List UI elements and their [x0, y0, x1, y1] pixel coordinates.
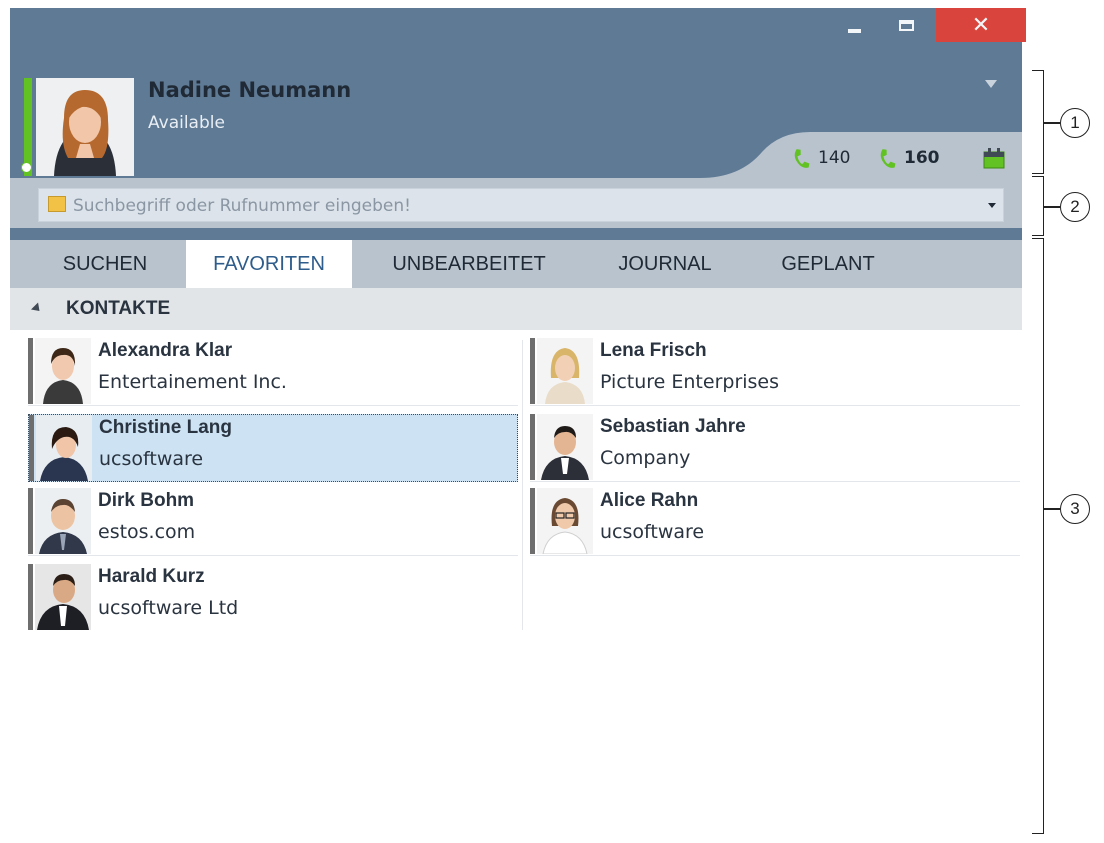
contact-company: ucsoftware [600, 521, 705, 543]
callout-number-3: 3 [1060, 494, 1090, 524]
phone-line-160-icon[interactable] [876, 148, 898, 170]
contact-name: Christine Lang [99, 417, 233, 438]
presence-indicator [29, 415, 34, 481]
presence-indicator [530, 488, 535, 554]
chevron-down-icon [988, 202, 996, 208]
callout-tick-1 [1044, 122, 1060, 124]
presence-indicator [530, 414, 535, 480]
contact-company: ucsoftware [99, 448, 204, 470]
contact-company: ucsoftware Ltd [98, 597, 239, 619]
calendar-icon[interactable] [982, 146, 1006, 170]
search-type-icon [48, 196, 66, 212]
contact-name: Alexandra Klar [98, 340, 233, 361]
phone-line-140-icon[interactable] [790, 148, 812, 170]
contact-avatar [35, 564, 91, 630]
minimize-icon [847, 29, 861, 33]
favorites-panel: KONTAKTE Alexandra Klar Entertainement I… [10, 288, 1022, 835]
line-status-strip [700, 132, 1022, 178]
callout-tick-3 [1044, 508, 1060, 510]
maximize-icon [898, 19, 914, 31]
contact-card[interactable]: Dirk Bohm estos.com [28, 488, 518, 556]
presence-indicator [28, 488, 33, 554]
callout-tick-2 [1044, 206, 1060, 208]
minimize-button[interactable] [834, 8, 874, 42]
callout-bracket-1 [1032, 70, 1044, 174]
collapse-triangle-icon[interactable] [30, 302, 44, 315]
callout-bracket-2 [1032, 176, 1044, 236]
callout-number-2: 2 [1060, 192, 1090, 222]
close-icon: ✕ [971, 12, 991, 38]
search-history-dropdown[interactable] [982, 192, 1002, 218]
profile-menu-chevron-down-icon[interactable] [985, 80, 997, 88]
contact-company: estos.com [98, 521, 196, 543]
tab-bar: SUCHEN FAVORITEN UNBEARBEITET JOURNAL GE… [10, 240, 1022, 288]
contact-name: Harald Kurz [98, 566, 205, 587]
user-name: Nadine Neumann [148, 78, 352, 102]
contact-card[interactable]: Harald Kurz ucsoftware Ltd [28, 564, 518, 632]
group-label: KONTAKTE [66, 298, 171, 319]
contact-card[interactable]: Lena Frisch Picture Enterprises [530, 338, 1020, 406]
contact-card[interactable]: Sebastian Jahre Company [530, 414, 1020, 482]
contact-company: Picture Enterprises [600, 371, 780, 393]
contact-avatar [36, 415, 92, 481]
contact-card-selected[interactable]: Christine Lang ucsoftware [28, 414, 518, 482]
line-number[interactable]: 140 [818, 148, 850, 168]
contact-card[interactable]: Alexandra Klar Entertainement Inc. [28, 338, 518, 406]
tab-journal[interactable]: JOURNAL [590, 240, 740, 288]
callout-number-1: 1 [1060, 108, 1090, 138]
title-bar: ✕ [10, 8, 1026, 52]
presence-indicator [530, 338, 535, 404]
contact-name: Dirk Bohm [98, 490, 195, 511]
tab-suchen[interactable]: SUCHEN [50, 240, 160, 288]
contact-company: Company [600, 447, 691, 469]
contact-avatar [537, 488, 593, 554]
user-status-text[interactable]: Available [148, 113, 225, 133]
maximize-button[interactable] [886, 8, 926, 42]
tab-geplant[interactable]: GEPLANT [758, 240, 898, 288]
tab-unbearbeitet[interactable]: UNBEARBEITET [376, 240, 562, 288]
contact-name: Lena Frisch [600, 340, 707, 361]
line-number-active[interactable]: 160 [904, 148, 940, 168]
presence-indicator [28, 564, 33, 630]
contact-name: Alice Rahn [600, 490, 699, 511]
contact-company: Entertainement Inc. [98, 371, 287, 393]
contact-avatar [537, 338, 593, 404]
column-divider [522, 340, 523, 630]
close-button[interactable]: ✕ [936, 8, 1026, 42]
app-window: ✕ Nadine Neumann Available 140 160 Suchb… [10, 8, 1026, 835]
search-placeholder: Suchbegriff oder Rufnummer eingeben! [73, 196, 411, 216]
tab-favoriten[interactable]: FAVORITEN [186, 240, 352, 288]
contact-card[interactable]: Alice Rahn ucsoftware [530, 488, 1020, 556]
contact-avatar [35, 338, 91, 404]
group-header[interactable]: KONTAKTE [10, 288, 1022, 330]
callout-bracket-3 [1032, 238, 1044, 834]
contact-avatar [537, 414, 593, 480]
contact-name: Sebastian Jahre [600, 416, 746, 437]
presence-indicator [28, 338, 33, 404]
contact-avatar [35, 488, 91, 554]
